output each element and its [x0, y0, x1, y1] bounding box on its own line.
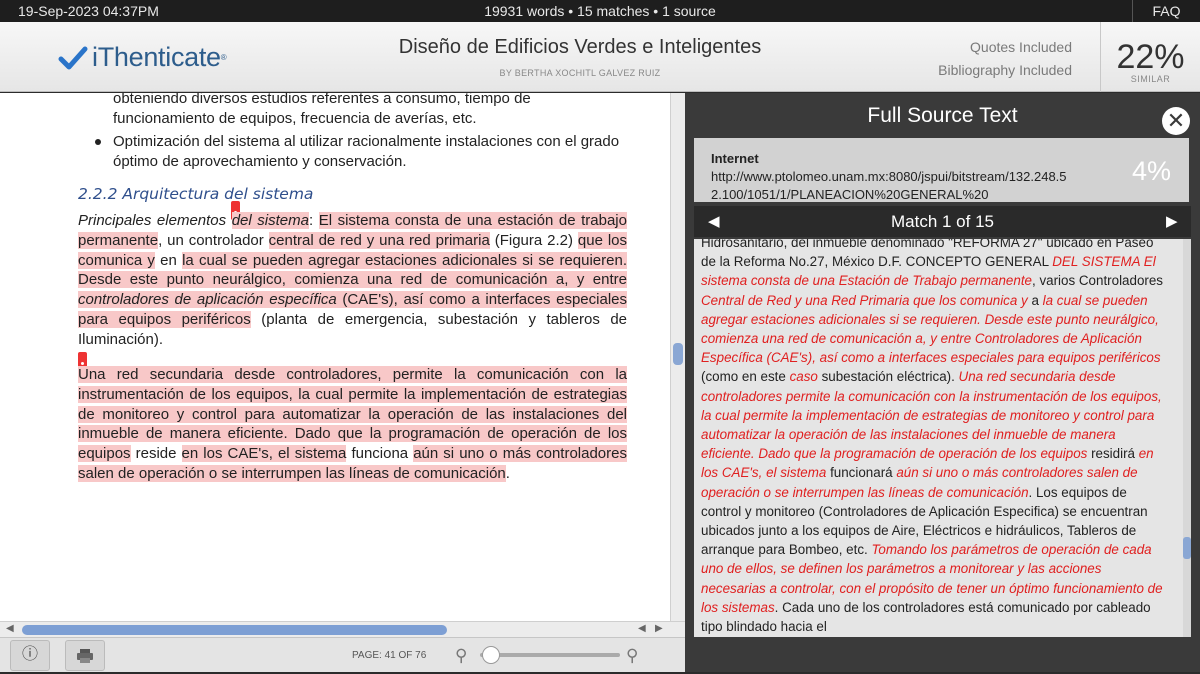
match-navigator: ◀ Match 1 of 15 ▶	[694, 206, 1191, 237]
logo-text: iThenticate	[92, 42, 221, 72]
scrollbar-thumb[interactable]	[22, 625, 447, 635]
scroll-right-icon[interactable]: ▶	[655, 623, 663, 634]
source-plain-text: funcionará	[826, 465, 897, 481]
paragraph-text: reside	[130, 445, 182, 463]
source-scrollbar[interactable]	[1183, 239, 1191, 637]
matched-text[interactable]: del sistema	[231, 212, 309, 229]
bullet-line: Optimización del sistema al utilizar rac…	[113, 133, 620, 150]
matched-text[interactable]: controladores de aplicación específica	[78, 291, 337, 309]
source-panel-title: Full Source Text	[867, 104, 1018, 127]
close-icon[interactable]: ✕	[1162, 107, 1190, 135]
next-match-icon[interactable]: ▶	[1166, 212, 1178, 230]
report-header: iThenticate ® Diseño de Edificios Verdes …	[0, 22, 1200, 92]
section-heading: 2.2.2 Arquitectura del sistema	[78, 185, 314, 203]
document-viewer[interactable]: obteniendo diversos estudios referentes …	[0, 93, 670, 621]
scroll-left-icon[interactable]: ◀	[6, 623, 14, 634]
checkmark-icon	[58, 46, 88, 69]
document-title: Diseño de Edificios Verdes e Inteligente…	[398, 36, 762, 58]
source-url[interactable]: http://www.ptolomeo.unam.mx:8080/jspui/b…	[711, 168, 1071, 204]
match-counter: Match 1 of 15	[890, 212, 994, 231]
source-plain-text: subestación eléctrica).	[817, 369, 959, 385]
printer-icon	[77, 649, 93, 663]
paragraph-text: , un controlador	[158, 231, 269, 249]
similarity-percent: 22%	[1116, 38, 1185, 76]
source-info[interactable]: Internet http://www.ptolomeo.unam.mx:808…	[694, 138, 1189, 202]
source-plain-text: , varios Controladores	[1032, 273, 1163, 289]
source-plain-text: a	[1027, 292, 1043, 308]
print-button[interactable]	[65, 640, 105, 671]
full-source-panel: Full Source Text ✕ Internet http://www.p…	[685, 93, 1200, 672]
source-text-body[interactable]: Hidrosanitario, del inmueble denominado …	[694, 239, 1183, 637]
zoom-slider[interactable]	[480, 653, 620, 657]
document-text-top: obteniendo diversos estudios referentes …	[78, 93, 627, 129]
info-icon: ⓘ	[21, 646, 38, 663]
document-author: BY BERTHA XOCHITL GALVEZ RUIZ	[499, 68, 661, 78]
report-filters: Quotes Included Bibliography Included	[938, 36, 1072, 82]
document-vertical-scrollbar[interactable]	[670, 93, 685, 621]
source-match-text: caso	[789, 369, 818, 385]
paragraph-text: en	[154, 251, 183, 269]
paragraph-text: :	[308, 212, 319, 229]
source-plain-text: residirá	[1087, 446, 1139, 462]
report-summary: 19931 words • 15 matches • 1 source	[484, 3, 716, 19]
similarity-score[interactable]: 22% SIMILAR	[1100, 22, 1200, 92]
top-status-bar: 19-Sep-2023 04:37PM 19931 words • 15 mat…	[0, 0, 1200, 22]
paragraph-1: Principales elementos del sistema: El si…	[78, 211, 627, 350]
matched-text[interactable]: en los CAE's, el sistema	[181, 445, 347, 463]
ithenticate-logo[interactable]: iThenticate ®	[58, 42, 227, 73]
bibliography-filter[interactable]: Bibliography Included	[938, 59, 1072, 82]
paragraph-text: (Figura 2.2)	[489, 231, 578, 249]
bullet-line: óptimo de aprovechamiento y conservación…	[113, 152, 407, 170]
document-line: obteniendo diversos estudios referentes …	[113, 93, 531, 107]
document-line: funcionamiento de equipos, frecuencia de…	[113, 109, 477, 127]
quotes-filter[interactable]: Quotes Included	[938, 36, 1072, 59]
scrollbar-thumb[interactable]	[673, 343, 683, 365]
info-button[interactable]: ⓘ	[10, 640, 50, 671]
source-type: Internet	[711, 151, 759, 166]
source-percent: 4%	[1131, 156, 1171, 186]
zoom-in-icon[interactable]: ⚲	[626, 646, 638, 666]
matched-text[interactable]: central de red y una red primaria	[268, 231, 490, 249]
source-text: Hidrosanitario, del inmueble denominado …	[701, 239, 1167, 636]
paragraph-text: .	[505, 464, 510, 482]
scroll-left-icon[interactable]: ◀	[638, 623, 646, 634]
scrollbar-thumb[interactable]	[1183, 537, 1191, 559]
document-toolbar: ⓘ PAGE: 41 OF 76 ⚲ ⚲	[0, 637, 685, 672]
source-match-text: Central de Red y una Red Primaria que lo…	[701, 292, 1028, 308]
zoom-out-icon[interactable]: ⚲	[455, 646, 467, 666]
page-indicator: PAGE: 41 OF 76	[352, 650, 427, 661]
document-horizontal-scrollbar[interactable]: ◀ ◀ ▶	[0, 621, 685, 637]
paragraph-text: funciona	[346, 445, 414, 463]
zoom-slider-handle[interactable]	[482, 646, 500, 664]
logo-registered-mark: ®	[220, 53, 227, 62]
paragraph-text: Principales elementos	[78, 212, 232, 229]
paragraph-2: Una red secundaria desde controladores, …	[78, 365, 627, 484]
faq-link[interactable]: FAQ	[1132, 0, 1200, 22]
bullet-item: Optimización del sistema al utilizar rac…	[78, 132, 627, 172]
source-plain-text: (como en este	[701, 369, 790, 385]
